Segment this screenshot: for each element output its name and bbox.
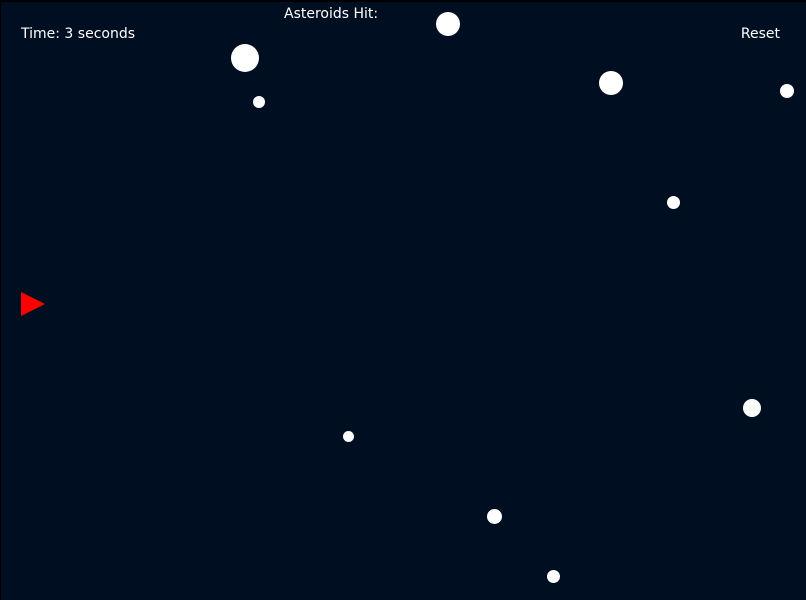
asteroid: [667, 196, 680, 209]
time-counter: Time: 3 seconds: [21, 26, 136, 42]
asteroid: [436, 12, 460, 36]
ship-icon[interactable]: [21, 292, 45, 316]
asteroid: [743, 399, 761, 417]
asteroids-hit-label: Asteroids Hit:: [284, 6, 379, 22]
asteroid: [487, 509, 502, 524]
asteroid: [253, 96, 265, 108]
asteroid: [231, 44, 259, 72]
asteroid: [343, 431, 354, 442]
asteroid: [780, 84, 794, 98]
game-canvas[interactable]: Asteroids Hit: Time: 3 seconds Reset: [0, 0, 806, 600]
reset-button[interactable]: Reset: [741, 26, 780, 42]
asteroid: [599, 71, 623, 95]
asteroid: [547, 570, 560, 583]
